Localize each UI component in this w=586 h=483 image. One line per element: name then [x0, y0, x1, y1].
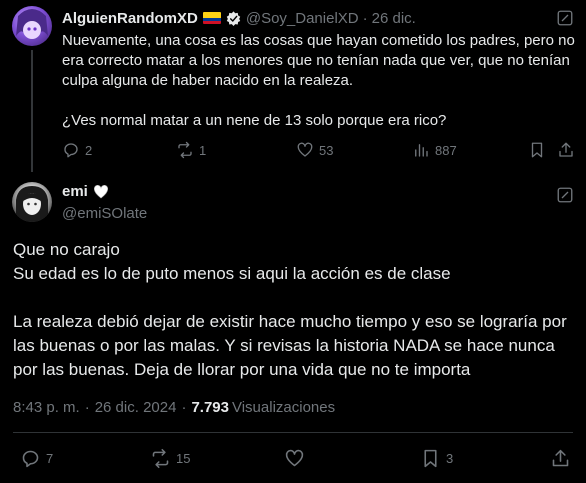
parent-avatar[interactable] [12, 6, 52, 46]
bookmark-count: 3 [446, 451, 454, 466]
parent-tweet[interactable]: AlguienRandomXD @Soy_DanielXD · 26 dic. … [0, 0, 586, 172]
colombia-flag-icon [202, 12, 221, 24]
parent-paragraph-2: ¿Ves normal matar a un nene de 13 solo p… [62, 112, 447, 129]
thread-line [31, 50, 33, 172]
white-heart-icon [93, 184, 108, 198]
like-button[interactable]: 53 [296, 141, 333, 159]
main-handle[interactable]: @emiSOlate [62, 205, 147, 222]
share-button[interactable] [550, 448, 571, 469]
tweet-time[interactable]: 8:43 p. m. [13, 399, 80, 416]
parent-display-name[interactable]: AlguienRandomXD [62, 10, 198, 27]
grok-icon[interactable] [556, 186, 574, 204]
repost-button[interactable]: 1 [176, 141, 206, 159]
parent-action-bar: 2 1 53 887 [62, 141, 577, 161]
bookmark-button[interactable]: 3 [420, 448, 453, 469]
main-display-name[interactable]: emi [62, 183, 88, 200]
grok-icon[interactable] [556, 9, 574, 27]
bookmark-button[interactable] [528, 141, 546, 159]
main-tweet: emi @emiSOlate Que no carajo Su edad es … [0, 172, 586, 483]
like-count: 53 [319, 142, 334, 158]
reply-count: 7 [46, 451, 54, 466]
views-button[interactable]: 887 [412, 141, 457, 159]
repost-icon [178, 141, 192, 159]
verified-badge-icon [226, 10, 241, 26]
main-paragraph-1: Que no carajo Su edad es lo de puto meno… [13, 240, 451, 283]
reply-count: 2 [85, 142, 93, 158]
parent-date[interactable]: 26 dic. [372, 10, 416, 27]
main-avatar[interactable] [12, 182, 52, 222]
like-button[interactable] [284, 448, 305, 469]
like-heart-icon [285, 449, 304, 467]
parent-handle[interactable]: @Soy_DanielXD [246, 10, 359, 27]
parent-paragraph-1: Nuevamente, una cosa es las cosas que ha… [62, 32, 579, 89]
avatar-illustration-icon [16, 9, 48, 39]
views-count: 887 [435, 142, 457, 158]
repost-count: 1 [199, 142, 207, 158]
tweet-metadata: 8:43 p. m. · 26 dic. 2024 · 7.793 Visual… [13, 399, 335, 416]
main-paragraph-2: La realeza debió dejar de existir hace m… [13, 312, 572, 379]
views-count: 7.793 [191, 399, 229, 416]
bookmark-icon [531, 142, 543, 158]
avatar-illustration-icon [16, 186, 48, 222]
share-icon [559, 142, 573, 157]
reply-icon [64, 143, 78, 158]
repost-button[interactable]: 15 [150, 448, 190, 469]
main-display-name-row: emi [62, 183, 109, 200]
bookmark-icon [424, 449, 437, 468]
tweet-date[interactable]: 26 dic. 2024 [95, 399, 177, 416]
reply-button[interactable]: 2 [62, 141, 92, 159]
reply-icon [22, 450, 39, 468]
repost-icon [152, 448, 169, 469]
share-icon [552, 449, 569, 467]
parent-tweet-text: Nuevamente, una cosa es las cosas que ha… [62, 31, 577, 131]
like-heart-icon [297, 142, 313, 157]
divider [13, 432, 573, 433]
main-tweet-text: Que no carajo Su edad es lo de puto meno… [13, 238, 578, 382]
separator-dot: · [181, 399, 187, 416]
main-action-bar: 7 15 3 [0, 448, 586, 472]
views-chart-icon [415, 144, 428, 157]
parent-header: AlguienRandomXD @Soy_DanielXD · 26 dic. [62, 8, 416, 28]
views-label: Visualizaciones [231, 399, 336, 416]
repost-count: 15 [176, 451, 191, 466]
separator-dot: · [84, 399, 90, 416]
share-button[interactable] [557, 141, 575, 159]
reply-button[interactable]: 7 [20, 448, 53, 469]
separator-dot: · [362, 9, 368, 27]
